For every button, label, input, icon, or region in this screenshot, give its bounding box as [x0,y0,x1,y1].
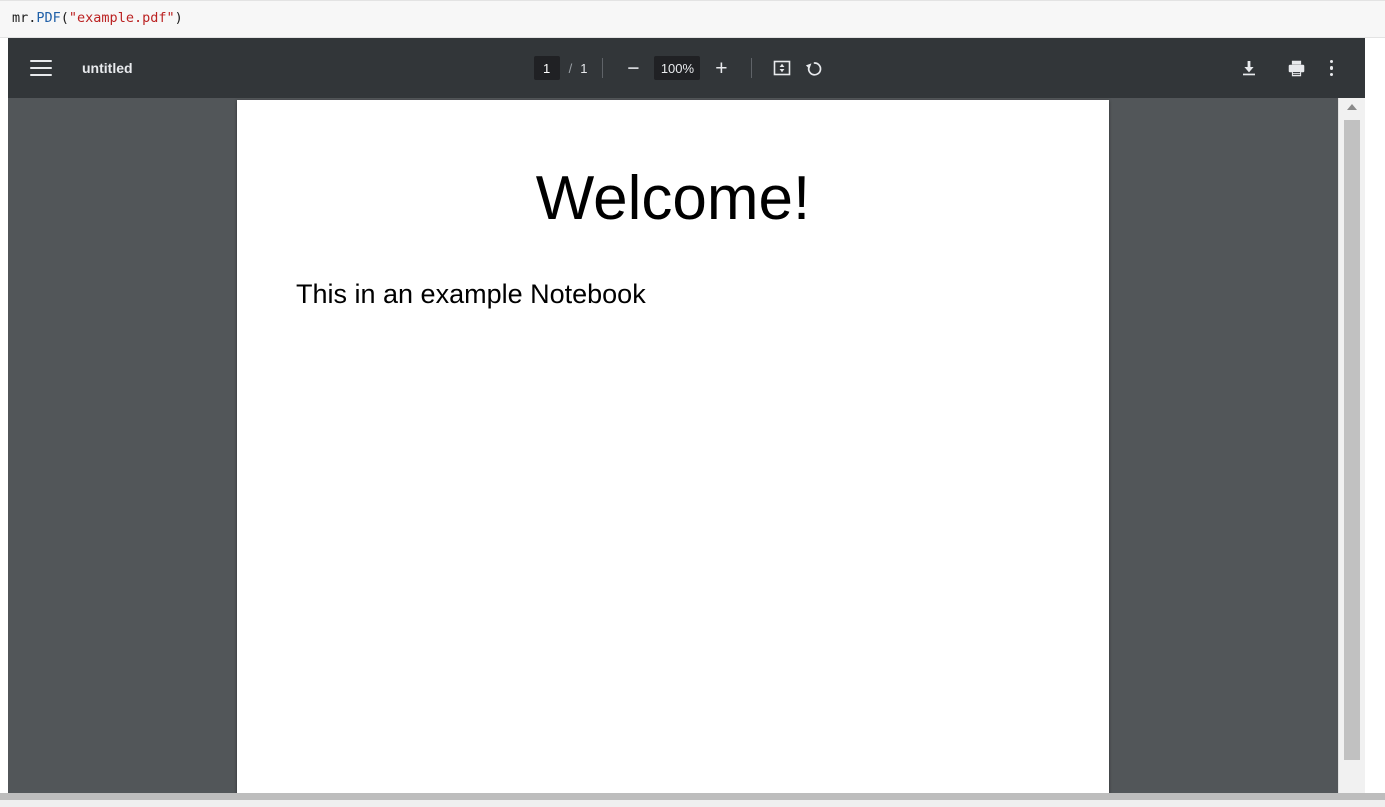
pdf-paragraph: This in an example Notebook [237,230,1109,310]
page-total-count: 1 [580,61,587,76]
more-options-icon [1330,60,1334,64]
zoom-out-button[interactable]: − [618,53,648,83]
pdf-page-1: Welcome! This in an example Notebook [237,100,1109,793]
download-button[interactable] [1234,53,1264,83]
toolbar-center-group: / 1 − + [534,53,830,83]
zoom-level-input[interactable] [654,56,700,80]
more-options-button[interactable] [1330,60,1334,77]
print-icon [1286,58,1307,79]
code-token-string: "example.pdf" [69,10,175,26]
chevron-up-icon [1347,104,1357,110]
minus-icon: − [627,58,639,79]
print-button[interactable] [1282,53,1312,83]
page-number-input[interactable] [534,56,560,80]
pdf-toolbar: untitled / 1 − + [8,38,1365,98]
toolbar-left-group: untitled [8,55,534,81]
fit-to-page-button[interactable] [767,53,797,83]
pdf-heading: Welcome! [237,100,1109,230]
pdf-document-area[interactable]: Welcome! This in an example Notebook [8,98,1338,793]
pdf-viewer: untitled / 1 − + [8,38,1365,793]
zoom-in-button[interactable]: + [706,53,736,83]
horizontal-scrollbar[interactable] [0,793,1385,800]
document-title: untitled [82,60,133,76]
vertical-scrollbar[interactable] [1338,98,1365,793]
scroll-up-button[interactable] [1339,98,1365,115]
download-icon [1239,58,1259,78]
code-token-close-paren: ) [175,10,183,26]
code-line: mr.PDF("example.pdf") [0,12,183,26]
rotate-counterclockwise-icon [804,58,825,79]
code-token-object: mr. [12,10,36,26]
page-separator: / [569,61,573,76]
plus-icon: + [715,58,727,79]
screenshot-root: mr.PDF("example.pdf") untitled / 1 − [0,0,1385,807]
fit-to-page-icon [772,58,792,78]
clipped-bottom-row [0,800,1385,807]
rotate-button[interactable] [799,53,829,83]
notebook-code-cell[interactable]: mr.PDF("example.pdf") [0,0,1385,38]
code-token-open-paren: ( [61,10,69,26]
vertical-scrollbar-thumb[interactable] [1344,120,1360,760]
code-token-function: PDF [36,10,60,26]
hamburger-menu-icon[interactable] [30,55,56,81]
toolbar-divider-left [602,58,603,78]
toolbar-right-group [829,53,1365,83]
toolbar-divider-right [751,58,752,78]
